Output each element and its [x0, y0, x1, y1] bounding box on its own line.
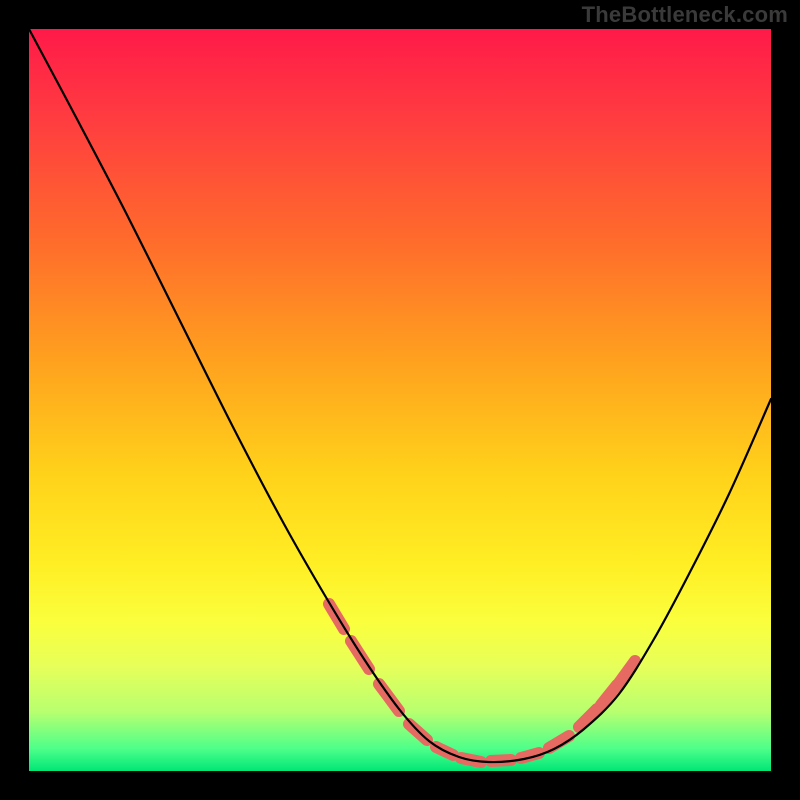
highlight-segment	[351, 641, 369, 669]
highlight-group	[329, 604, 635, 762]
chart-frame: TheBottleneck.com	[0, 0, 800, 800]
curve-svg	[29, 29, 771, 771]
highlight-segment	[619, 661, 635, 683]
bottleneck-curve	[29, 29, 771, 762]
highlight-segment	[601, 685, 617, 705]
watermark-text: TheBottleneck.com	[582, 2, 788, 28]
plot-area	[29, 29, 771, 771]
